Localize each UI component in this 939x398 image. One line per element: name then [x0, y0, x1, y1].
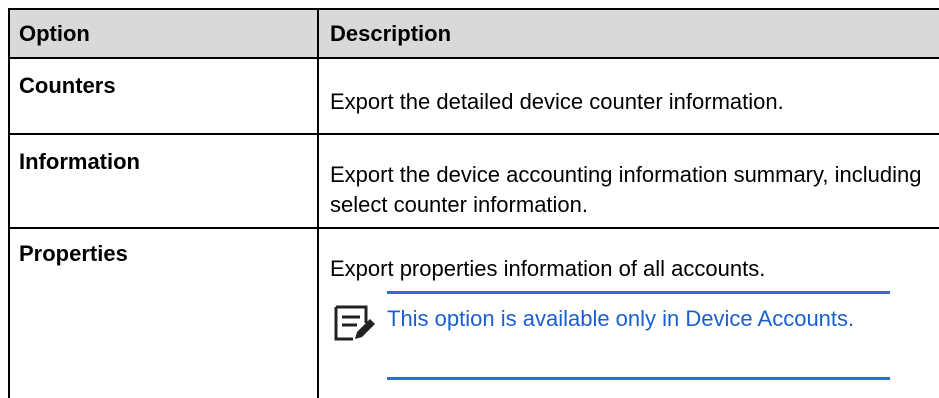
note-text: This option is available only in Device …	[387, 306, 855, 331]
note-top-rule	[387, 291, 890, 294]
note-bottom-rule	[387, 377, 890, 380]
option-name: Properties	[19, 241, 128, 266]
options-table: Option Description Counters Export the d…	[8, 8, 939, 398]
option-description: Export the detailed device counter infor…	[330, 89, 784, 114]
option-name: Counters	[19, 73, 116, 98]
option-description: Export the device accounting information…	[330, 162, 922, 217]
note-edit-icon	[334, 305, 375, 341]
table-header: Option Description	[8, 8, 939, 59]
option-description: Export properties information of all acc…	[330, 256, 766, 281]
table-row: Information Export the device accounting…	[8, 135, 939, 227]
column-divider	[317, 229, 319, 398]
header-description: Description	[330, 21, 452, 46]
option-name: Information	[19, 149, 140, 174]
column-divider	[317, 135, 319, 227]
table-row: Counters Export the detailed device coun…	[8, 59, 939, 133]
header-option: Option	[19, 21, 90, 46]
column-divider	[317, 59, 319, 133]
header-divider	[317, 10, 319, 57]
